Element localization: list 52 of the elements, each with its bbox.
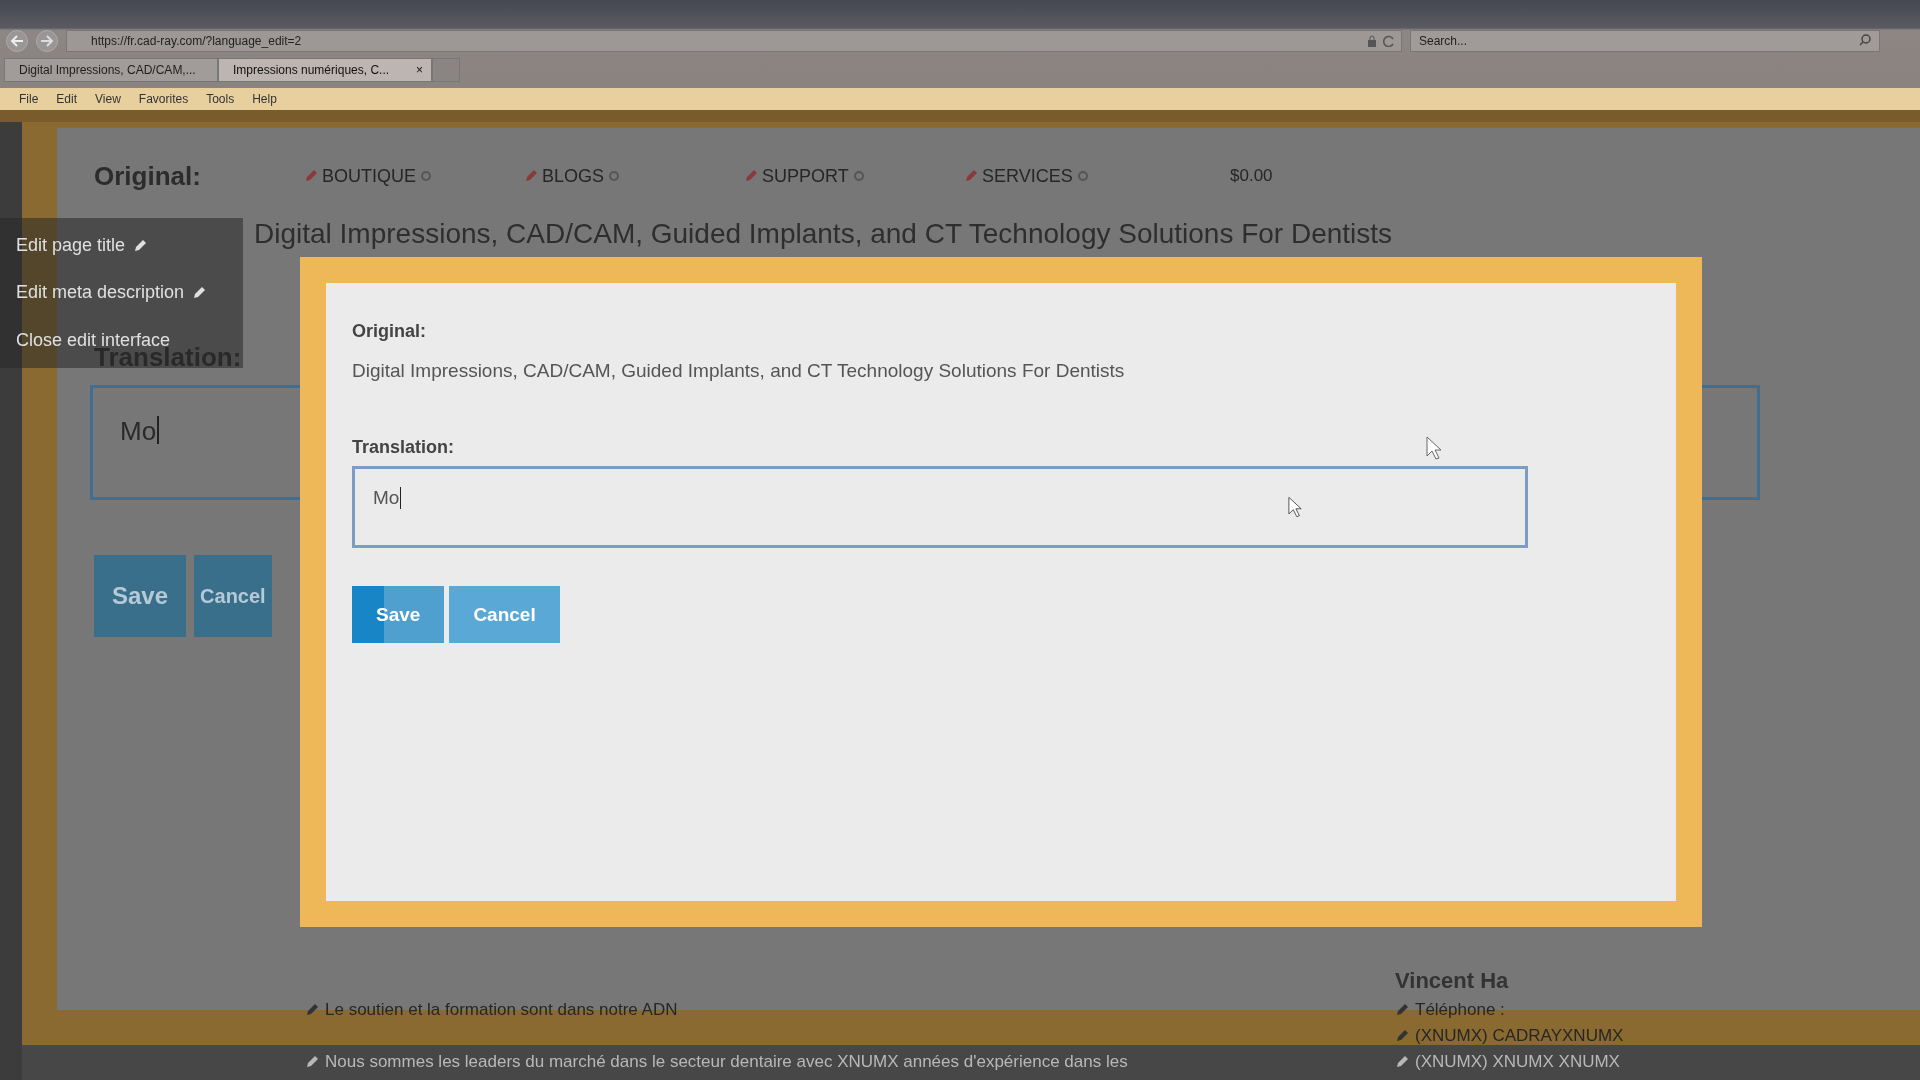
pencil-icon [964,169,978,183]
address-bar[interactable]: https://fr.cad-ray.com/?language_edit=2 [66,30,1402,52]
translation-label: Translation: [352,437,454,458]
original-text: Digital Impressions, CAD/CAM, Guided Implants, and CT Technology Solutions For Dentists [352,360,1125,382]
person-name: Vincent Ha [1395,968,1509,994]
pencil-icon [524,169,538,183]
pencil-icon [304,169,318,183]
pencil-icon [305,1055,319,1069]
edit-menu-item[interactable]: Edit meta description [16,282,185,304]
pencil-icon [1395,1029,1409,1043]
cart-total: $0.00 [1230,166,1273,186]
pencil-icon [133,238,148,253]
pencil-icon [305,1003,319,1017]
browser-tab[interactable]: Impressions numériques, C... × [218,58,432,82]
menu-item[interactable]: View [86,92,130,106]
search-icon [1859,34,1871,46]
pencil-icon [192,286,207,300]
edit-menu-item[interactable]: Edit page title [16,235,126,257]
menu-item[interactable]: Edit [47,92,87,106]
menu-item[interactable]: File [10,92,48,106]
cursor-icon [1288,496,1302,518]
address-text: https://fr.cad-ray.com/?language_edit=2 [91,34,302,48]
menu-item[interactable]: Help [243,92,286,106]
footer-text: Nous sommes les leaders du marché dans le secteur dentaire avec XNUMX années d'expérience dans les [325,1052,1128,1072]
arrow-right-icon [40,35,54,47]
lock-icon [1367,35,1377,47]
menu-item[interactable]: Favorites [129,92,198,106]
nav-link[interactable]: SUPPORT [762,165,849,187]
cursor-icon [1426,436,1442,460]
pencil-icon [1395,1055,1409,1069]
search-field[interactable]: Search... [1410,30,1880,52]
original-label: Original: [352,321,426,342]
contact-line: (XNUMX) XNUMX XNUMX [1415,1052,1620,1072]
back-button[interactable] [6,30,28,52]
save-button[interactable]: Save [94,555,187,637]
close-icon[interactable]: × [416,63,423,81]
search-placeholder: Search... [1419,34,1468,48]
nav-link[interactable]: BOUTIQUE [322,165,416,187]
original-title: Digital Impressions, CAD/CAM, Guided Implants, and CT Technology Solutions For Dentists [254,218,1393,250]
cancel-button[interactable]: Cancel [194,555,272,637]
arrow-left-icon [10,35,24,47]
translation-field[interactable]: Mo [352,466,1528,548]
refresh-icon[interactable] [1383,35,1395,47]
pencil-icon [744,169,758,183]
nav-link[interactable]: SERVICES [982,165,1073,187]
browser-tab[interactable]: Digital Impressions, CAD/CAM,... [4,58,218,82]
original-label: Original: [94,160,202,192]
forward-button[interactable] [36,30,58,52]
pencil-icon [1395,1003,1409,1017]
menu-item[interactable]: Tools [197,92,244,106]
contact-line: (XNUMX) CADRAYXNUMX [1415,1026,1624,1046]
nav-link[interactable]: BLOGS [542,165,605,187]
